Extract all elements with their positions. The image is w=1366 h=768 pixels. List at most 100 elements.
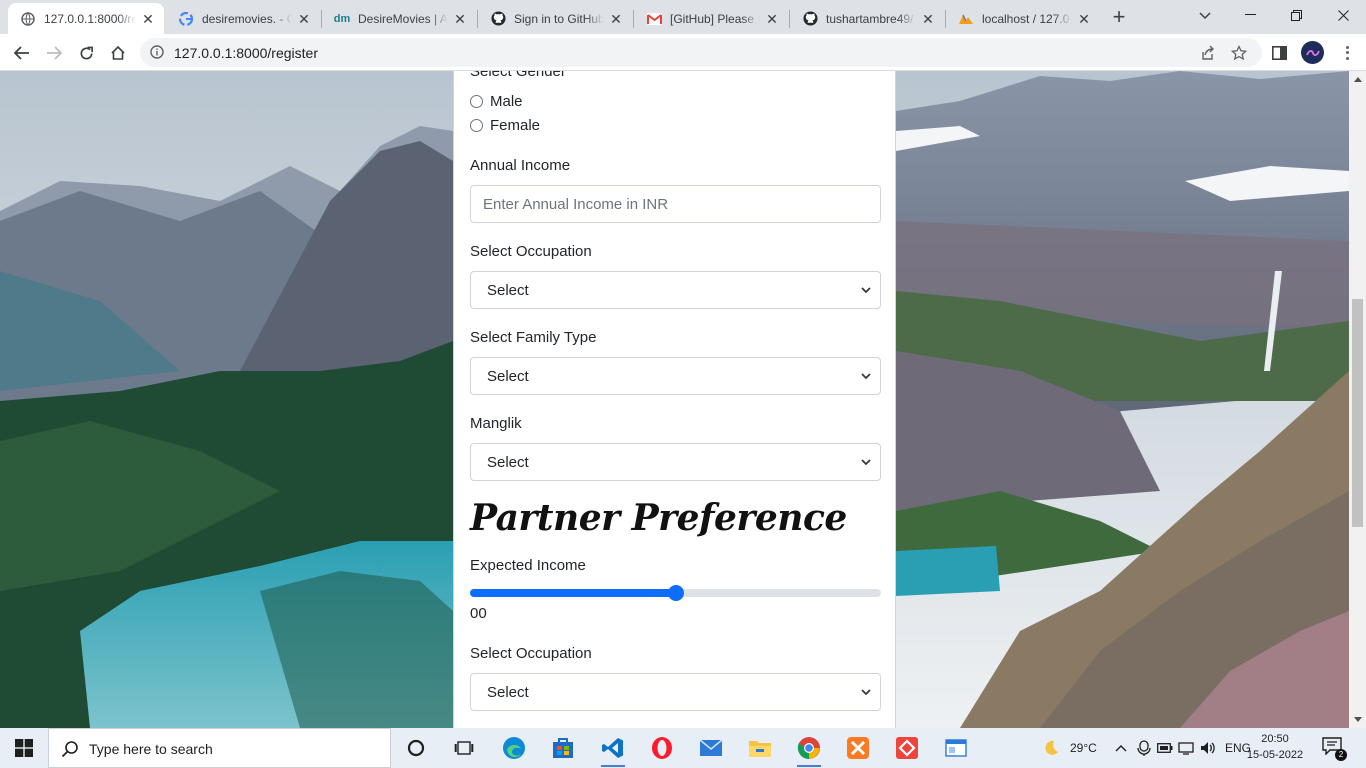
close-tab-icon[interactable]: ✕ — [1076, 11, 1092, 27]
window-app-icon[interactable] — [940, 732, 972, 764]
site-info-icon[interactable] — [150, 45, 164, 59]
back-arrow-icon[interactable] — [9, 40, 35, 66]
vscode-icon[interactable] — [597, 732, 629, 767]
chevron-down-icon — [861, 373, 871, 380]
battery-icon[interactable] — [1157, 742, 1173, 754]
profile-avatar[interactable] — [1301, 41, 1324, 64]
scroll-down-arrow-icon[interactable] — [1349, 711, 1366, 728]
close-window-icon[interactable] — [1320, 0, 1366, 30]
google-icon — [178, 11, 194, 27]
tab-title: [GitHub] Please ve — [670, 11, 760, 26]
microsoft-store-icon[interactable] — [547, 732, 579, 764]
weather-temperature: 29°C — [1070, 741, 1097, 755]
network-icon[interactable] — [1178, 741, 1194, 755]
scroll-up-arrow-icon[interactable] — [1349, 71, 1366, 88]
xampp-icon[interactable] — [842, 732, 874, 764]
new-tab-button[interactable]: + — [1106, 5, 1132, 31]
tab-github-signin[interactable]: Sign in to GitHub ✕ — [478, 3, 632, 34]
family-type-label: Select Family Type — [470, 329, 597, 346]
tab-title: Sign in to GitHub — [514, 11, 604, 26]
gender-option-male[interactable]: Male — [470, 93, 523, 110]
radio-female-label: Female — [490, 117, 541, 134]
browser-menu-icon[interactable] — [1338, 42, 1356, 64]
task-view-icon[interactable] — [448, 732, 480, 764]
weather-widget[interactable]: 29°C — [1040, 728, 1097, 768]
annual-income-label: Annual Income — [470, 157, 571, 174]
tab-desiremovies[interactable]: dm DesireMovies | All ✕ — [322, 3, 476, 34]
meet-now-icon[interactable] — [1137, 740, 1151, 756]
globe-icon — [20, 11, 36, 27]
tab-search-chevron-icon[interactable] — [1193, 4, 1217, 28]
minimize-icon[interactable] — [1227, 0, 1273, 30]
close-tab-icon[interactable]: ✕ — [140, 11, 156, 27]
occupation-select[interactable]: Select — [470, 271, 881, 309]
cortana-icon[interactable] — [400, 732, 432, 764]
partner-occupation-select-value: Select — [487, 684, 529, 701]
taskbar-search-box[interactable]: Type here to search — [48, 728, 391, 768]
windows-taskbar: Type here to search 29°C ENG 20:50 15-05… — [0, 728, 1366, 768]
scrollbar-thumb[interactable] — [1352, 299, 1363, 527]
close-tab-icon[interactable]: ✕ — [608, 11, 624, 27]
edge-icon[interactable] — [498, 732, 530, 764]
anydesk-icon[interactable] — [891, 732, 923, 764]
close-tab-icon[interactable]: ✕ — [296, 11, 312, 27]
windows-start-icon[interactable] — [0, 728, 48, 768]
volume-icon[interactable] — [1200, 741, 1216, 755]
page-viewport: Select Gender Male Female Annual Income … — [0, 71, 1366, 728]
notification-center-icon[interactable]: 2 — [1322, 737, 1347, 761]
slider-fill — [470, 589, 676, 597]
side-panel-icon[interactable] — [1266, 40, 1292, 66]
home-icon[interactable] — [105, 40, 131, 66]
annual-income-input[interactable]: Enter Annual Income in INR — [470, 185, 881, 223]
chevron-down-icon — [861, 459, 871, 466]
tab-register[interactable]: 127.0.0.1:8000/re ✕ — [8, 3, 164, 34]
partner-occupation-select[interactable]: Select — [470, 673, 881, 711]
occupation-select-value: Select — [487, 282, 529, 299]
tab-github-repo[interactable]: tushartambre49/ ✕ — [790, 3, 944, 34]
expected-income-label: Expected Income — [470, 557, 586, 574]
reload-icon[interactable] — [73, 40, 99, 66]
chevron-up-icon[interactable] — [1115, 744, 1127, 752]
bookmark-star-icon[interactable] — [1230, 44, 1248, 62]
notification-count-badge: 2 — [1335, 749, 1347, 761]
partner-preference-heading: Partner Preference — [470, 497, 847, 539]
address-bar[interactable]: 127.0.0.1:8000/register — [140, 38, 1262, 67]
taskbar-search-placeholder: Type here to search — [89, 741, 213, 757]
url-text: 127.0.0.1:8000/register — [174, 45, 318, 61]
taskbar-clock[interactable]: 20:50 15-05-2022 — [1243, 731, 1307, 763]
forward-arrow-icon[interactable] — [41, 40, 67, 66]
github-icon — [802, 11, 818, 27]
share-icon[interactable] — [1198, 44, 1216, 62]
tab-gmail[interactable]: [GitHub] Please ve ✕ — [634, 3, 788, 34]
chevron-down-icon — [861, 689, 871, 696]
github-icon — [490, 11, 506, 27]
mail-icon[interactable] — [695, 732, 727, 764]
annual-income-placeholder: Enter Annual Income in INR — [483, 196, 669, 213]
manglik-label: Manglik — [470, 415, 522, 432]
manglik-select[interactable]: Select — [470, 443, 881, 481]
restore-icon[interactable] — [1273, 0, 1319, 30]
opera-icon[interactable] — [646, 732, 678, 764]
manglik-select-value: Select — [487, 454, 529, 471]
chrome-icon[interactable] — [793, 732, 825, 767]
gender-option-female[interactable]: Female — [470, 117, 540, 134]
family-type-select[interactable]: Select — [470, 357, 881, 395]
close-tab-icon[interactable]: ✕ — [920, 11, 936, 27]
page-scrollbar[interactable] — [1349, 71, 1366, 728]
radio-male-label: Male — [490, 93, 523, 110]
close-tab-icon[interactable]: ✕ — [764, 11, 780, 27]
tab-desiremovies-google[interactable]: desiremovies. - Go ✕ — [166, 3, 320, 34]
occupation-label: Select Occupation — [470, 243, 592, 260]
expected-income-value: 00 — [470, 605, 487, 622]
expected-income-slider[interactable] — [470, 585, 881, 601]
close-tab-icon[interactable]: ✕ — [452, 11, 468, 27]
slider-thumb[interactable] — [667, 585, 684, 601]
radio-male[interactable] — [470, 95, 483, 108]
tab-phpmyadmin[interactable]: localhost / 127.0.0 ✕ — [946, 3, 1100, 34]
tab-title: tushartambre49/ — [826, 11, 914, 26]
clock-time: 20:50 — [1261, 733, 1289, 745]
phpmyadmin-icon — [958, 11, 974, 27]
radio-female[interactable] — [470, 119, 483, 132]
file-explorer-icon[interactable] — [744, 732, 776, 764]
tab-title: DesireMovies | All — [358, 11, 448, 26]
